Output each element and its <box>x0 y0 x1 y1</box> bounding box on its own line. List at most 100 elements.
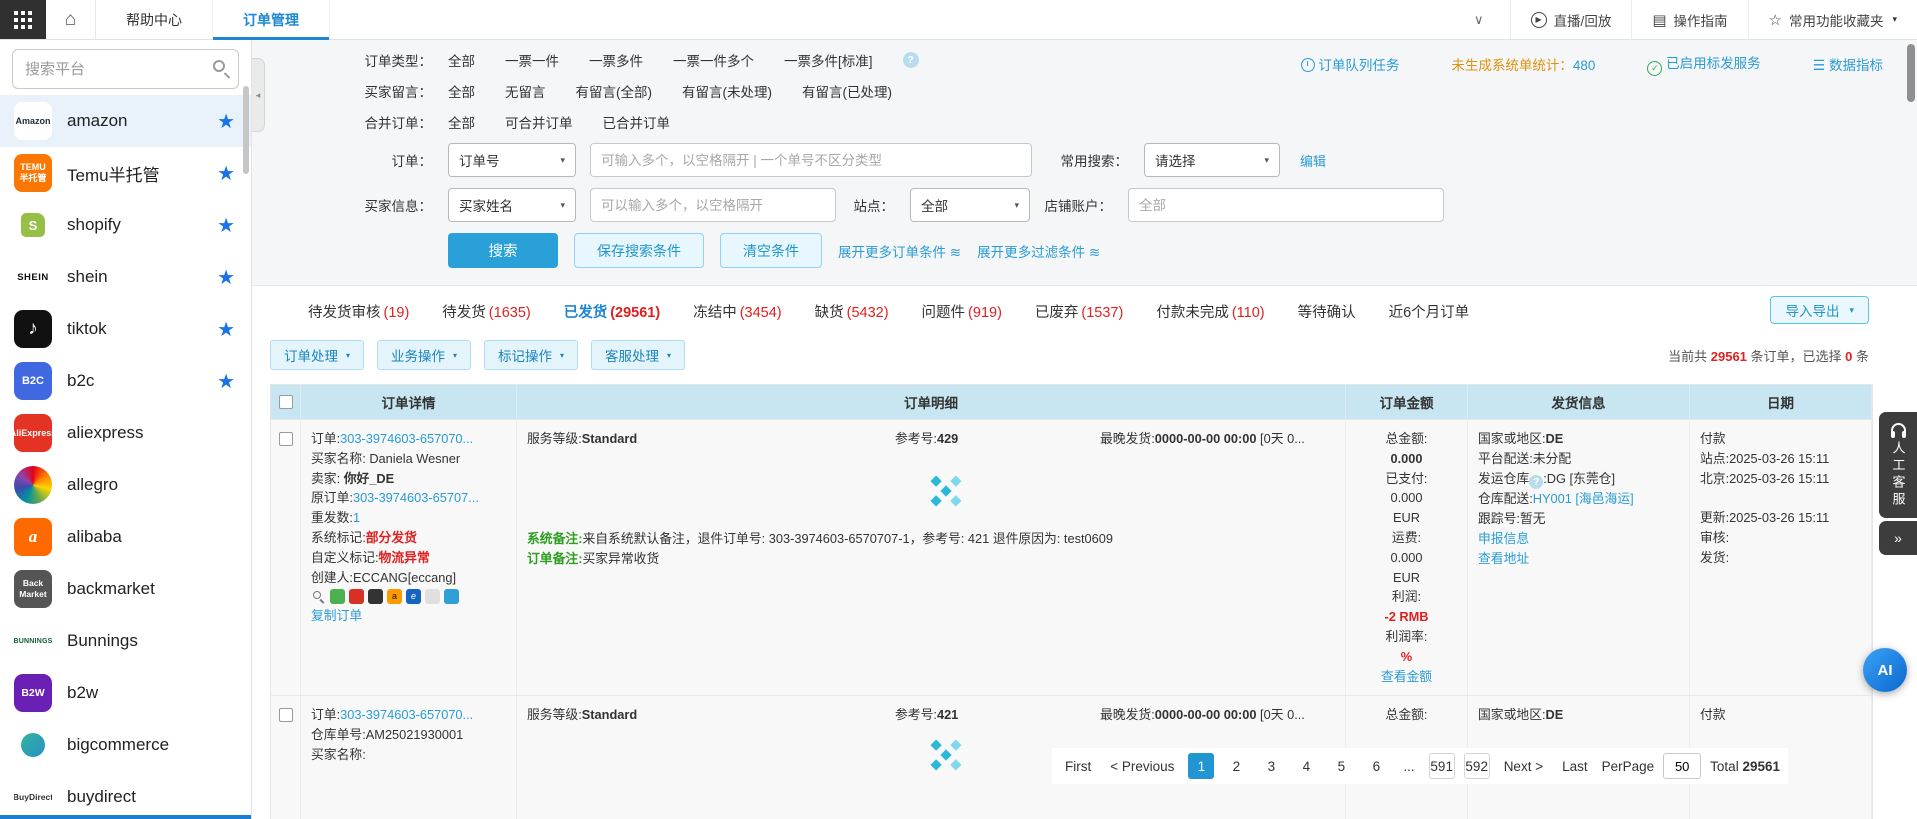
page-591-button[interactable]: 591 <box>1429 753 1455 779</box>
tab-discarded[interactable]: 已废弃(1537) <box>1035 301 1123 322</box>
order-number-link[interactable]: 303-3974603-657070... <box>340 431 473 446</box>
alert-badge-icon[interactable] <box>349 589 364 604</box>
package-status-icon[interactable] <box>330 589 345 604</box>
apps-grid-button[interactable] <box>0 0 46 39</box>
tab-shipped[interactable]: 已发货(29561) <box>564 301 660 322</box>
home-button[interactable]: ⌂ <box>46 0 96 39</box>
amazon-badge-icon[interactable]: a <box>387 589 402 604</box>
star-icon[interactable]: ★ <box>217 213 235 238</box>
order-type-option[interactable]: 一票多件[标准] <box>784 50 873 70</box>
site-select[interactable]: 全部 ▾ <box>910 188 1030 222</box>
row-checkbox[interactable] <box>279 708 293 722</box>
more-filter-conditions-link[interactable]: 展开更多过滤条件 ≋ <box>977 241 1100 261</box>
page-1-button[interactable]: 1 <box>1188 753 1214 779</box>
merge-order-option[interactable]: 全部 <box>448 112 475 132</box>
order-number-input[interactable] <box>590 143 1032 177</box>
page-3-button[interactable]: 3 <box>1258 753 1284 779</box>
import-export-button[interactable]: 导入导出▾ <box>1770 296 1869 324</box>
buyer-message-option[interactable]: 有留言(未处理) <box>682 81 772 101</box>
page-5-button[interactable]: 5 <box>1328 753 1354 779</box>
sidebar-scrollbar[interactable] <box>243 86 249 174</box>
customer-service-dropdown[interactable]: 客服处理▾ <box>591 340 685 370</box>
common-search-select[interactable]: 请选择 ▾ <box>1144 143 1280 177</box>
declaration-info-link[interactable]: 申报信息 <box>1478 531 1529 546</box>
row-checkbox[interactable] <box>279 432 293 446</box>
chevron-down-icon[interactable]: ∨ <box>1448 12 1510 28</box>
page-2-button[interactable]: 2 <box>1223 753 1249 779</box>
more-order-conditions-link[interactable]: 展开更多订单条件 ≋ <box>838 241 961 261</box>
order-number-link[interactable]: 303-3974603-657070... <box>340 707 473 722</box>
prev-page-button[interactable]: < Previous <box>1105 756 1179 777</box>
tab-out-of-stock[interactable]: 缺货(5432) <box>815 301 889 322</box>
expand-panel-button[interactable]: » <box>1879 521 1917 555</box>
search-button[interactable]: 搜索 <box>448 233 558 268</box>
select-all-checkbox[interactable] <box>279 395 293 409</box>
tab-last-6-months[interactable]: 近6个月订单 <box>1389 301 1470 322</box>
apps-badge-icon[interactable] <box>425 589 440 604</box>
view-address-link[interactable]: 查看地址 <box>1478 551 1529 566</box>
platform-item-bigcommerce[interactable]: bigcommerce <box>0 719 251 771</box>
clear-filters-button[interactable]: 清空条件 <box>720 233 822 268</box>
tab-pending-review[interactable]: 待发货审核(19) <box>308 301 409 322</box>
live-replay-button[interactable]: ▶ 直播/回放 <box>1510 0 1632 39</box>
platform-item-allegro[interactable]: allegro <box>0 459 251 511</box>
platform-item-tiktok[interactable]: ♪ tiktok ★ <box>0 303 251 355</box>
mark-ops-dropdown[interactable]: 标记操作▾ <box>484 340 578 370</box>
tag-delivery-service-link[interactable]: ✓ 已启用标发服务 <box>1647 52 1760 76</box>
tab-awaiting-confirm[interactable]: 等待确认 <box>1298 301 1356 322</box>
perpage-input[interactable] <box>1663 753 1701 779</box>
customer-service-button[interactable]: 人工客服 <box>1879 412 1917 518</box>
star-icon[interactable]: ★ <box>217 317 235 342</box>
original-order-link[interactable]: 303-3974603-65707... <box>353 490 479 505</box>
help-icon[interactable]: ? <box>1529 475 1543 489</box>
tab-problem[interactable]: 问题件(919) <box>922 301 1002 322</box>
save-search-button[interactable]: 保存搜索条件 <box>574 233 704 268</box>
order-type-option[interactable]: 一票一件多个 <box>673 50 754 70</box>
platform-item-amazon[interactable]: Amazon amazon ★ <box>0 95 251 147</box>
platform-item-bunnings[interactable]: BUNNINGS Bunnings <box>0 615 251 667</box>
shop-account-input[interactable] <box>1128 188 1444 222</box>
order-type-option[interactable]: 一票一件 <box>505 50 559 70</box>
star-icon[interactable]: ★ <box>217 265 235 290</box>
platform-item-shein[interactable]: SHEIN shein ★ <box>0 251 251 303</box>
platform-item-shopify[interactable]: S shopify ★ <box>0 199 251 251</box>
note-badge-icon[interactable] <box>444 589 459 604</box>
view-amount-link[interactable]: 查看金额 <box>1381 669 1432 684</box>
platform-item-buydirect[interactable]: BuyDirect buydirect <box>0 771 251 819</box>
zoom-order-icon[interactable] <box>311 589 326 604</box>
star-icon[interactable]: ★ <box>217 161 235 186</box>
page-592-button[interactable]: 592 <box>1464 753 1490 779</box>
star-icon[interactable]: ★ <box>217 109 235 134</box>
sidebar-collapse-handle[interactable]: ◂ <box>252 58 265 132</box>
buyer-message-option[interactable]: 无留言 <box>505 81 546 101</box>
copy-order-link[interactable]: 复制订单 <box>311 608 362 623</box>
carrier-badge-icon[interactable] <box>368 589 383 604</box>
platform-item-aliexpress[interactable]: AliExpress aliexpress <box>0 407 251 459</box>
tab-to-ship[interactable]: 待发货(1635) <box>442 301 530 322</box>
order-queue-task-link[interactable]: 订单队列任务 <box>1301 54 1400 74</box>
tab-payment-incomplete[interactable]: 付款未完成(110) <box>1156 301 1264 322</box>
platform-item-temu[interactable]: TEMU 半托管 Temu半托管 ★ <box>0 147 251 199</box>
order-type-option[interactable]: 全部 <box>448 50 475 70</box>
order-type-option[interactable]: 一票多件 <box>589 50 643 70</box>
help-icon[interactable]: ? <box>903 52 919 68</box>
next-page-button[interactable]: Next > <box>1499 756 1548 777</box>
buyer-message-option[interactable]: 有留言(全部) <box>576 81 653 101</box>
page-4-button[interactable]: 4 <box>1293 753 1319 779</box>
merge-order-option[interactable]: 可合并订单 <box>505 112 573 132</box>
star-icon[interactable]: ★ <box>217 369 235 394</box>
platform-item-alibaba[interactable]: a alibaba <box>0 511 251 563</box>
tab-help-center[interactable]: 帮助中心 <box>96 0 213 39</box>
platform-item-b2c[interactable]: B2C b2c ★ <box>0 355 251 407</box>
favorites-menu-button[interactable]: ☆ 常用功能收藏夹 ▾ <box>1748 0 1917 39</box>
edit-common-search-link[interactable]: 编辑 <box>1300 151 1326 170</box>
last-page-button[interactable]: Last <box>1557 756 1593 777</box>
tab-frozen[interactable]: 冻结中(3454) <box>693 301 781 322</box>
first-page-button[interactable]: First <box>1060 756 1096 777</box>
data-metrics-link[interactable]: ☰ 数据指标 <box>1813 54 1883 74</box>
operation-guide-button[interactable]: ▤ 操作指南 <box>1631 0 1747 39</box>
ebay-badge-icon[interactable]: e <box>406 589 421 604</box>
main-scrollbar[interactable] <box>1907 44 1915 102</box>
business-ops-dropdown[interactable]: 业务操作▾ <box>377 340 471 370</box>
buyer-message-option[interactable]: 有留言(已处理) <box>802 81 892 101</box>
